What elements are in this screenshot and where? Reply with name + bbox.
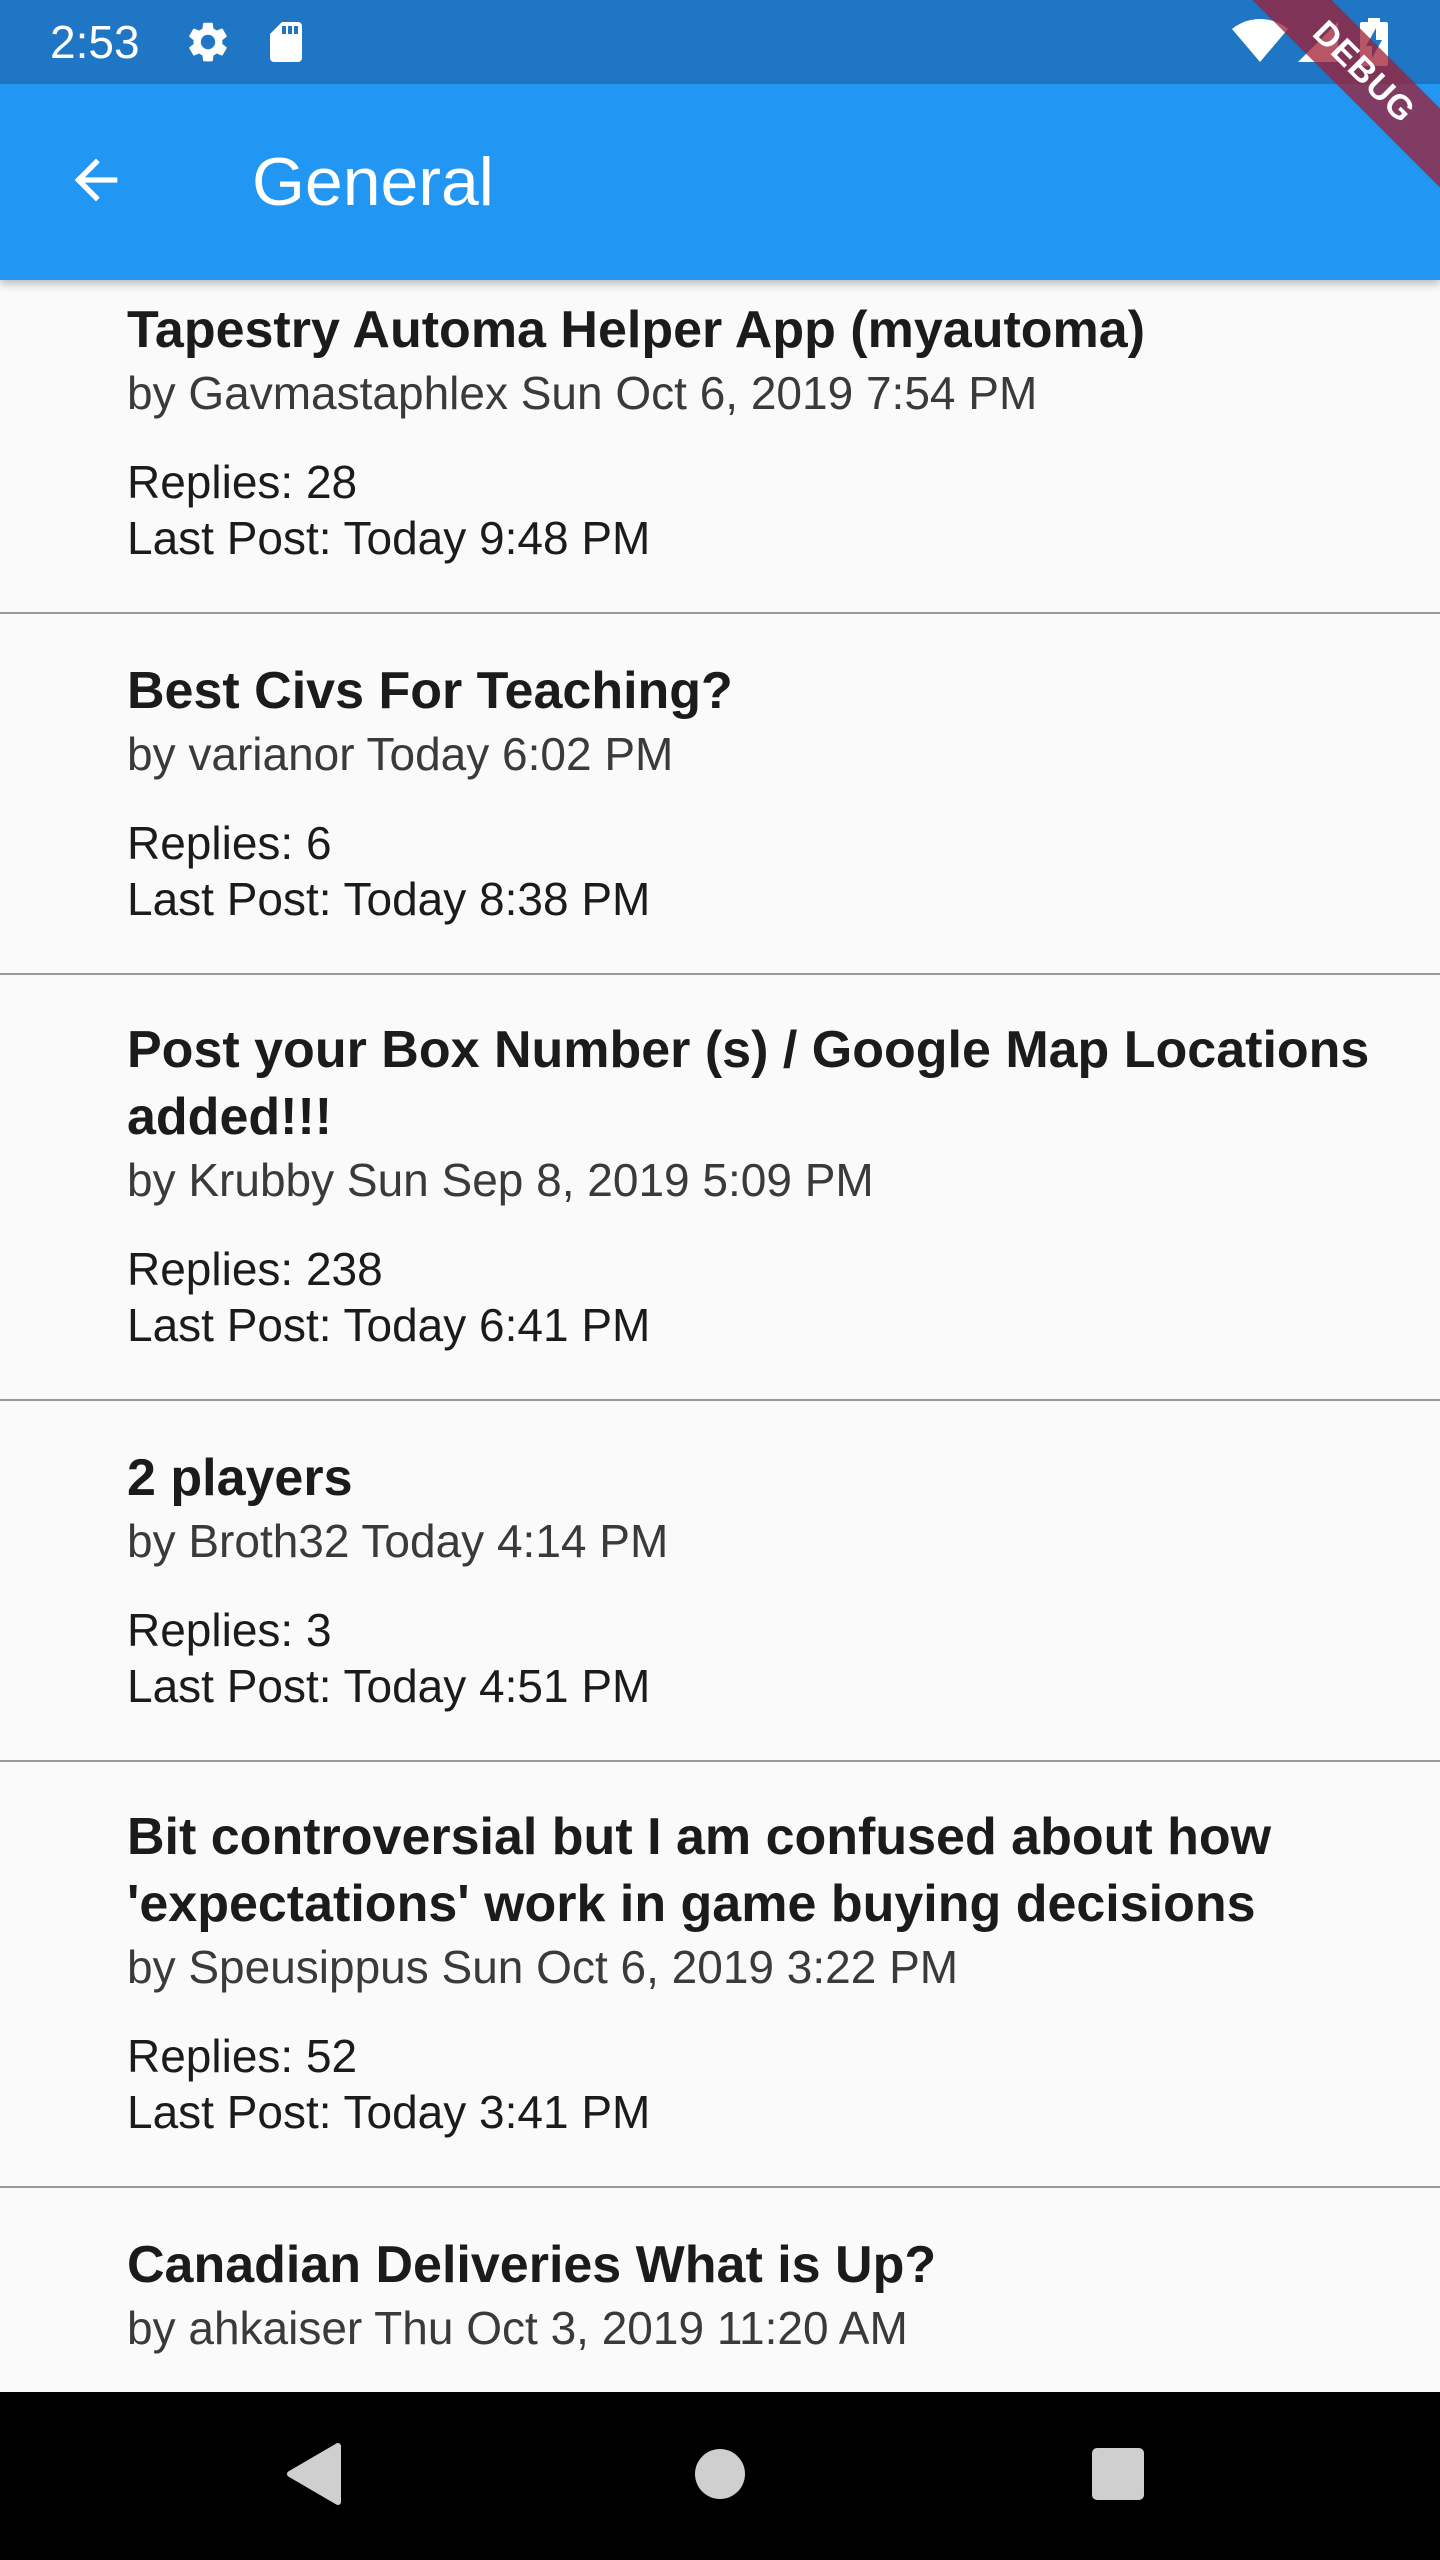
back-button[interactable]	[48, 134, 144, 230]
topic-last-post: Last Post: Today 6:41 PM	[127, 1299, 651, 1351]
arrow-back-icon	[64, 148, 128, 217]
topic-title: Post your Box Number (s) / Google Map Lo…	[127, 1021, 1370, 1146]
topic-last-post: Last Post: Today 3:41 PM	[127, 2086, 651, 2138]
topic-title: Tapestry Automa Helper App (myautoma)	[127, 301, 1146, 359]
recents-square-icon	[1091, 2447, 1145, 2506]
sd-card-icon	[262, 18, 310, 66]
topic-author-date: by Broth32 Today 4:14 PM	[127, 1515, 669, 1567]
topic-replies: Replies: 238	[127, 1243, 383, 1295]
back-triangle-icon	[286, 2442, 346, 2511]
topic-replies: Replies: 52	[127, 2030, 358, 2082]
topic-last-post: Last Post: Today 8:38 PM	[127, 873, 651, 925]
topic-author-date: by Gavmastaphlex Sun Oct 6, 2019 7:54 PM	[127, 367, 1038, 419]
home-circle-icon	[694, 2448, 746, 2505]
topic-author-date: by Speusippus Sun Oct 6, 2019 3:22 PM	[127, 1941, 959, 1993]
topic-list: Tapestry Automa Helper App (myautoma) by…	[0, 280, 1440, 2488]
topic-author-date: by ahkaiser Thu Oct 3, 2019 11:20 AM	[127, 2302, 908, 2354]
topic-replies: Replies: 3	[127, 1604, 332, 1656]
topic-title: Best Civs For Teaching?	[127, 662, 733, 720]
topic-author-date: by Krubby Sun Sep 8, 2019 5:09 PM	[127, 1154, 874, 1206]
settings-icon	[184, 18, 232, 66]
topic-replies: Replies: 28	[127, 456, 358, 508]
topic-item[interactable]: Tapestry Automa Helper App (myautoma) by…	[0, 280, 1440, 614]
app-bar: General	[0, 84, 1440, 280]
topic-replies: Replies: 6	[127, 817, 332, 869]
nav-back-button[interactable]	[276, 2436, 356, 2516]
topic-title: 2 players	[127, 1449, 353, 1507]
topic-title: Bit controversial but I am confused abou…	[127, 1808, 1272, 1933]
nav-home-button[interactable]	[680, 2436, 760, 2516]
topic-item[interactable]: Post your Box Number (s) / Google Map Lo…	[0, 975, 1440, 1401]
topic-title: Canadian Deliveries What is Up?	[127, 2236, 937, 2294]
page-title: General	[252, 144, 494, 220]
status-time: 2:53	[50, 16, 140, 68]
status-bar: 2:53	[0, 0, 1440, 84]
system-nav-bar	[0, 2392, 1440, 2560]
topic-item[interactable]: 2 players by Broth32 Today 4:14 PM Repli…	[0, 1401, 1440, 1762]
nav-recents-button[interactable]	[1078, 2436, 1158, 2516]
topic-item[interactable]: Bit controversial but I am confused abou…	[0, 1762, 1440, 2188]
topic-last-post: Last Post: Today 9:48 PM	[127, 512, 651, 564]
topic-item[interactable]: Best Civs For Teaching? by varianor Toda…	[0, 614, 1440, 975]
screen: 2:53 General DEBUG Tapestry Automa Helpe…	[0, 0, 1440, 2560]
topic-author-date: by varianor Today 6:02 PM	[127, 728, 674, 780]
topic-last-post: Last Post: Today 4:51 PM	[127, 1660, 651, 1712]
